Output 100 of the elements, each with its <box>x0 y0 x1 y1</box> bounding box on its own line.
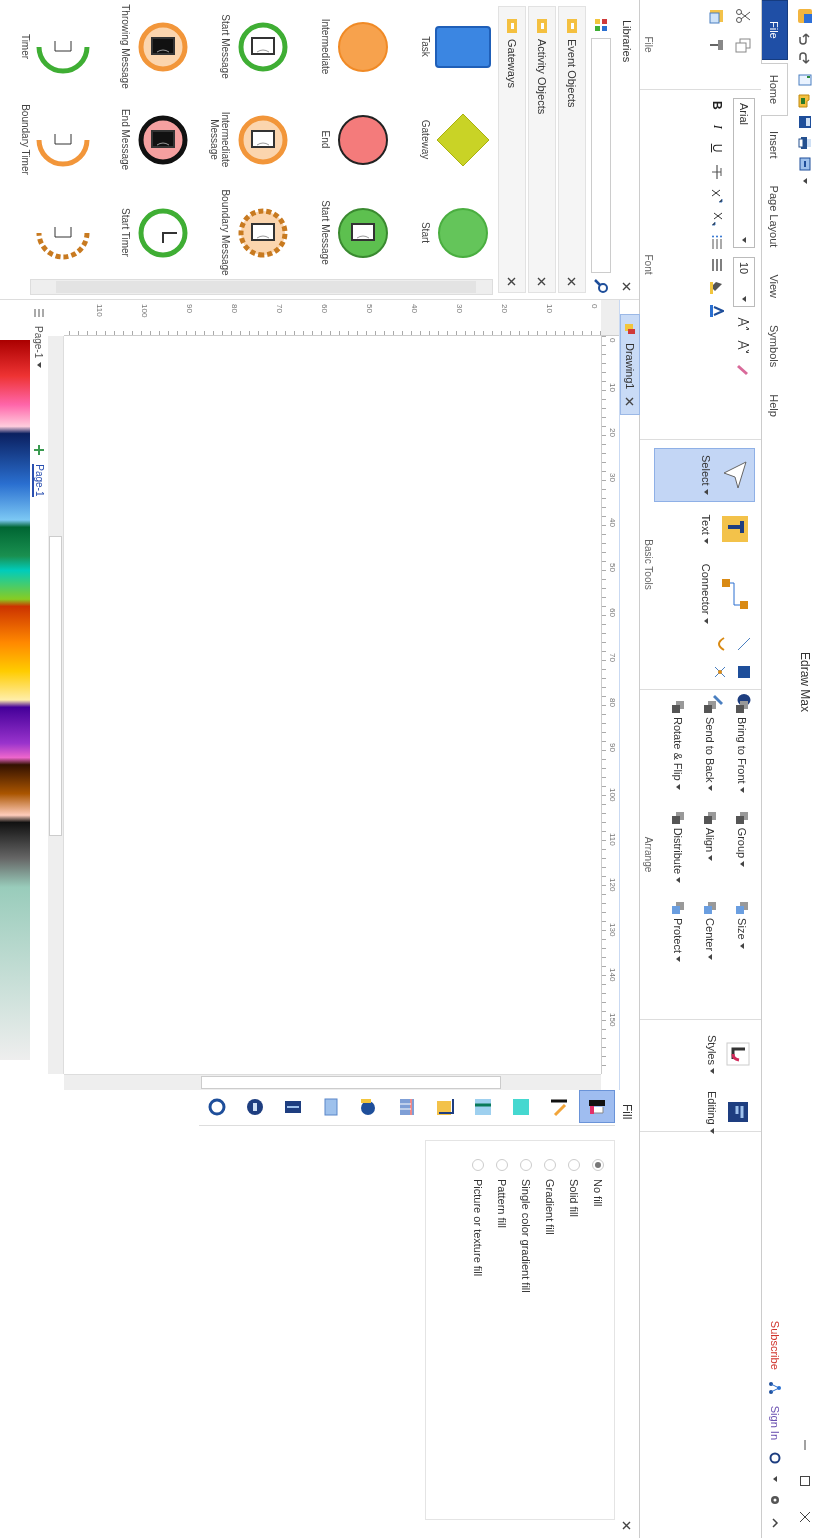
settings-icon[interactable] <box>769 1494 781 1506</box>
caret-icon <box>676 783 680 790</box>
close-icon[interactable] <box>622 282 632 291</box>
ribbon-tab[interactable]: Symbols <box>762 313 788 380</box>
subscribe-link[interactable]: Subscribe <box>769 1320 781 1370</box>
arrange-button[interactable]: Align <box>701 808 719 886</box>
superscript-icon[interactable] <box>711 189 724 204</box>
tool-button[interactable]: Select <box>654 448 755 502</box>
close-icon[interactable] <box>622 1521 632 1530</box>
folder-icon[interactable] <box>798 94 812 108</box>
radio-button[interactable] <box>472 1159 484 1171</box>
paste-icon[interactable] <box>709 8 725 24</box>
ruler-number: 0 <box>607 337 618 345</box>
collapse-icon[interactable] <box>770 1518 780 1528</box>
search-field[interactable] <box>591 38 611 273</box>
search-icon[interactable] <box>594 279 608 293</box>
caret-icon <box>742 237 746 243</box>
shape-label: End Message <box>120 108 131 171</box>
close-icon[interactable] <box>507 277 517 286</box>
add-page-icon[interactable] <box>33 444 45 457</box>
font-color-icon[interactable] <box>710 304 725 319</box>
ruler-number: 10 <box>607 382 618 394</box>
folder-icon <box>506 19 518 33</box>
point-icon[interactable] <box>713 664 727 679</box>
file-menu-tab[interactable]: File <box>762 0 788 60</box>
ruler-number: 120 <box>607 877 618 894</box>
sign-in-link[interactable]: Sign In <box>769 1405 781 1440</box>
font-name-field[interactable]: Arial <box>733 98 755 248</box>
ribbon-tab[interactable]: View <box>762 262 788 311</box>
radio-button[interactable] <box>544 1159 556 1171</box>
maximize-icon[interactable] <box>800 1476 810 1486</box>
close-icon[interactable] <box>800 1512 810 1522</box>
tool-button[interactable]: Connector <box>654 556 755 631</box>
font-size-field[interactable]: 10 <box>733 257 755 307</box>
align-text-icon[interactable] <box>711 258 724 273</box>
ribbon-tab[interactable]: Home <box>761 62 788 117</box>
cut-icon[interactable] <box>735 8 751 24</box>
ribbon-tab[interactable]: Help <box>762 382 788 429</box>
side-tool-button[interactable] <box>579 1090 615 1123</box>
layers-icon <box>435 1096 455 1117</box>
radio-button[interactable] <box>592 1159 604 1171</box>
arrange-button[interactable]: Size <box>733 899 751 964</box>
scrollbar[interactable] <box>48 336 64 1074</box>
editing-button[interactable]: Editing <box>643 1084 755 1141</box>
subscript-icon[interactable] <box>711 212 724 227</box>
library-category[interactable]: Gateways <box>498 6 526 293</box>
arrange-button[interactable]: Distribute <box>669 808 687 886</box>
page-menu[interactable]: Page-1 <box>33 326 45 369</box>
arrange-button[interactable]: Center <box>701 899 719 964</box>
new-page-icon[interactable] <box>798 73 812 87</box>
arrange-button[interactable]: Bring to Front <box>733 698 751 795</box>
color-palette[interactable] <box>0 340 30 1060</box>
close-icon[interactable] <box>625 397 635 407</box>
clear-format-icon[interactable] <box>737 362 751 376</box>
bullet-list-icon[interactable] <box>711 235 724 250</box>
redo-icon[interactable] <box>798 52 812 66</box>
document-tab[interactable]: Drawing1 <box>620 314 640 416</box>
save-icon[interactable] <box>798 115 812 129</box>
arrange-button[interactable]: Protect <box>669 899 687 964</box>
ruler-number: 140 <box>607 967 618 984</box>
rectangle-icon[interactable] <box>737 664 751 679</box>
arrange-button[interactable]: Group <box>733 808 751 886</box>
group-icon <box>735 810 749 825</box>
ribbon-tab[interactable]: Page Layout <box>762 173 788 260</box>
close-icon[interactable] <box>537 277 547 286</box>
option-label: Picture or texture fill <box>472 1179 484 1277</box>
radio-button[interactable] <box>496 1159 508 1171</box>
ruler-number: 110 <box>607 832 618 848</box>
document-icon <box>624 323 636 335</box>
scrollbar[interactable] <box>64 1074 601 1090</box>
print-icon[interactable] <box>798 136 812 150</box>
radio-button[interactable] <box>568 1159 580 1171</box>
ruler-number: 20 <box>499 303 510 315</box>
export-icon[interactable] <box>798 157 812 171</box>
share-icon[interactable] <box>769 1381 781 1394</box>
arrange-button[interactable]: Send to Back <box>701 698 719 795</box>
close-icon[interactable] <box>567 277 577 286</box>
tool-button[interactable]: Text <box>654 507 755 551</box>
line-icon[interactable] <box>737 636 751 651</box>
font-style-button[interactable]: I <box>710 121 725 132</box>
user-icon[interactable] <box>769 1452 781 1464</box>
grow-font-icon[interactable] <box>737 316 751 330</box>
ruler-number: 20 <box>607 427 618 439</box>
font-style-button[interactable]: B <box>710 98 725 113</box>
font-style-button[interactable]: U <box>710 140 725 156</box>
fill-color-icon[interactable] <box>710 281 725 296</box>
radio-button[interactable] <box>520 1159 532 1171</box>
text-tool-icon <box>720 514 750 545</box>
library-category[interactable]: Event Objects <box>558 6 586 293</box>
arrange-button[interactable]: Rotate & Flip <box>669 698 687 795</box>
ribbon-tab[interactable]: Insert <box>762 119 788 171</box>
page-tab[interactable]: Page-1 <box>32 464 46 497</box>
strikethrough-icon[interactable] <box>711 164 724 181</box>
library-icon[interactable] <box>594 18 608 32</box>
undo-icon[interactable] <box>798 31 812 45</box>
scrollbar[interactable] <box>30 279 493 295</box>
styles-button[interactable]: Styles <box>643 1028 755 1081</box>
ruler-number: 110 <box>94 303 105 319</box>
library-category[interactable]: Activity Objects <box>528 6 556 293</box>
shrink-font-icon[interactable] <box>737 339 751 353</box>
